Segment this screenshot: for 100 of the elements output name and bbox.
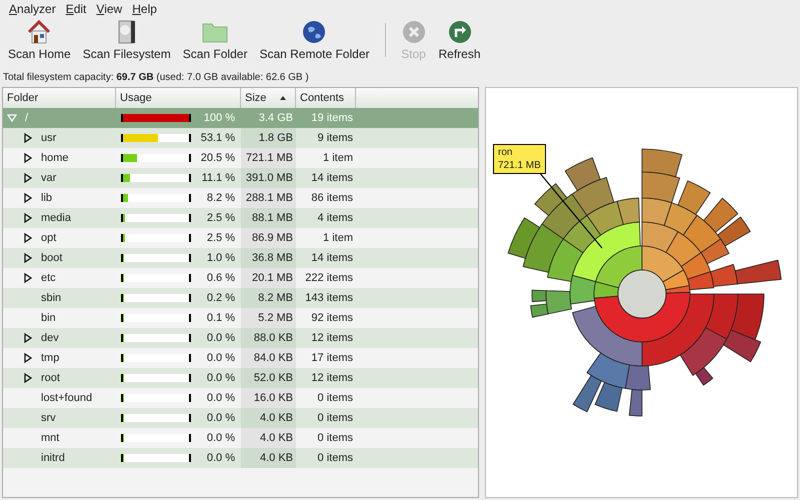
size-text: 8.2 MB <box>258 290 293 306</box>
sunburst-segment[interactable] <box>642 294 714 366</box>
percent-text: 0.0 % <box>206 330 235 346</box>
folder-name: bin <box>41 310 56 326</box>
toolbar-button[interactable]: Scan Filesystem <box>76 19 177 63</box>
percent-text: 2.5 % <box>206 210 235 226</box>
sunburst-segment[interactable] <box>687 271 714 290</box>
sunburst-segment[interactable] <box>678 180 711 215</box>
sunburst-segment[interactable] <box>642 148 682 178</box>
table-row[interactable]: srv 0.0 % 4.0 KB 0 items <box>3 408 478 428</box>
sunburst-segment[interactable] <box>530 304 548 318</box>
percent-text: 53.1 % <box>200 130 235 146</box>
sunburst-segment[interactable] <box>572 375 602 412</box>
folder-name: media <box>41 210 71 226</box>
folder-name: opt <box>41 230 56 246</box>
sunburst-segment[interactable] <box>572 176 614 216</box>
table-row[interactable]: initrd 0.0 % 4.0 KB 0 items <box>3 448 478 468</box>
sunburst-segment[interactable] <box>642 198 672 226</box>
toolbar-button[interactable]: Scan Folder <box>176 19 254 63</box>
sunburst-segment[interactable] <box>586 352 630 389</box>
table-row[interactable]: dev 0.0 % 88.0 KB 12 items <box>3 328 478 348</box>
percent-text: 0.1 % <box>206 310 235 326</box>
toolbar-button[interactable]: Scan Home <box>2 19 77 63</box>
sunburst-segment[interactable] <box>508 217 540 259</box>
sunburst-segment[interactable] <box>572 306 642 366</box>
sunburst-segment[interactable] <box>642 222 678 253</box>
percent-text: 0.0 % <box>206 370 235 386</box>
percent-text: 0.0 % <box>206 410 235 426</box>
size-text: 16.0 KB <box>254 390 293 406</box>
sunburst-segment[interactable] <box>734 260 782 284</box>
toolbar-button[interactable]: Refresh <box>432 19 487 63</box>
sunburst-segment[interactable] <box>534 183 568 216</box>
folder-name: var <box>41 170 56 186</box>
percent-text: 0.0 % <box>206 390 235 406</box>
table-row[interactable]: sbin 0.2 % 8.2 MB 143 items <box>3 288 478 308</box>
sunburst-segment[interactable] <box>546 290 572 314</box>
percent-text: 0.0 % <box>206 350 235 366</box>
sunburst-segment[interactable] <box>717 216 751 246</box>
sunburst-segment[interactable] <box>570 274 596 304</box>
contents-text: 1 item <box>323 150 353 166</box>
menu-item[interactable]: View <box>91 0 128 18</box>
sunburst-segment[interactable] <box>595 246 642 288</box>
folder-name: usr <box>41 130 56 146</box>
folder-name: sbin <box>41 290 62 306</box>
sunburst-segment[interactable] <box>700 238 730 264</box>
sunburst-segment[interactable] <box>695 367 714 386</box>
size-text: 88.1 MB <box>252 210 293 226</box>
stop-icon <box>400 19 426 45</box>
size-text: 1.8 GB <box>258 130 293 146</box>
sunburst-segment[interactable] <box>547 238 584 282</box>
contents-text: 14 items <box>311 250 353 266</box>
expanded-icon[interactable] <box>7 113 17 123</box>
sunburst-segment[interactable] <box>616 198 640 225</box>
table-row[interactable]: root 0.0 % 52.0 KB 12 items <box>3 368 478 388</box>
contents-text: 9 items <box>318 130 353 146</box>
folder-name: etc <box>41 270 56 286</box>
percent-text: 11.1 % <box>200 170 235 186</box>
folder-name: mnt <box>41 430 60 446</box>
sunburst-segment[interactable] <box>723 330 762 362</box>
sunburst-segment[interactable] <box>572 222 641 282</box>
percent-text: 0.2 % <box>206 290 235 306</box>
menu-item[interactable]: Edit <box>60 0 92 18</box>
sunburst-segment[interactable] <box>666 231 702 267</box>
center-circle[interactable] <box>618 270 666 318</box>
size-text: 3.4 GB <box>258 110 293 126</box>
sunburst-segment[interactable] <box>628 389 642 416</box>
percent-text: 8.2 % <box>206 190 235 206</box>
contents-text: 222 items <box>305 270 353 286</box>
sunburst-segment[interactable] <box>542 194 588 240</box>
sunburst-segment[interactable] <box>680 327 728 376</box>
sunburst-segment[interactable] <box>710 264 738 287</box>
table-row[interactable]: media 2.5 % 88.1 MB 4 items <box>3 208 478 228</box>
size-text: 84.0 KB <box>254 350 293 366</box>
size-text: 86.9 MB <box>252 230 293 246</box>
sunburst-segment[interactable] <box>730 294 764 340</box>
sunburst-segment[interactable] <box>532 290 547 302</box>
menu-item[interactable]: Analyzer <box>4 0 61 18</box>
sunburst-segment[interactable] <box>680 252 711 280</box>
sunburst-segment[interactable] <box>564 157 601 191</box>
contents-text: 0 items <box>318 450 353 466</box>
menu-item[interactable]: Help <box>127 0 162 18</box>
size-text: 36.8 MB <box>252 250 293 266</box>
sunburst-segment[interactable] <box>703 198 738 233</box>
table-row[interactable]: boot 1.0 % 36.8 MB 14 items <box>3 248 478 268</box>
sunburst-segment[interactable] <box>562 214 602 254</box>
sunburst-segment[interactable] <box>642 246 684 282</box>
sunburst-segment[interactable] <box>522 224 564 273</box>
sunburst-segment[interactable] <box>594 382 622 412</box>
table-row[interactable]: usr 53.1 % 1.8 GB 9 items <box>3 128 478 148</box>
sunburst-segment[interactable] <box>682 214 722 254</box>
sunburst-segment[interactable] <box>586 200 624 236</box>
sunburst-segment[interactable] <box>642 172 680 204</box>
sunburst-segment[interactable] <box>594 292 690 342</box>
contents-text: 86 items <box>311 190 353 206</box>
sunburst-segment[interactable] <box>664 202 698 236</box>
house-icon <box>26 19 52 45</box>
toolbar-button[interactable]: Scan Remote Folder <box>253 19 376 63</box>
capacity-text: Total filesystem capacity: 69.7 GB (used: 7.0 GB available: 62.6 GB ) <box>3 70 309 84</box>
table-row[interactable]: var 11.1 % 391.0 MB 14 items <box>3 168 478 188</box>
contents-text: 12 items <box>311 370 353 386</box>
